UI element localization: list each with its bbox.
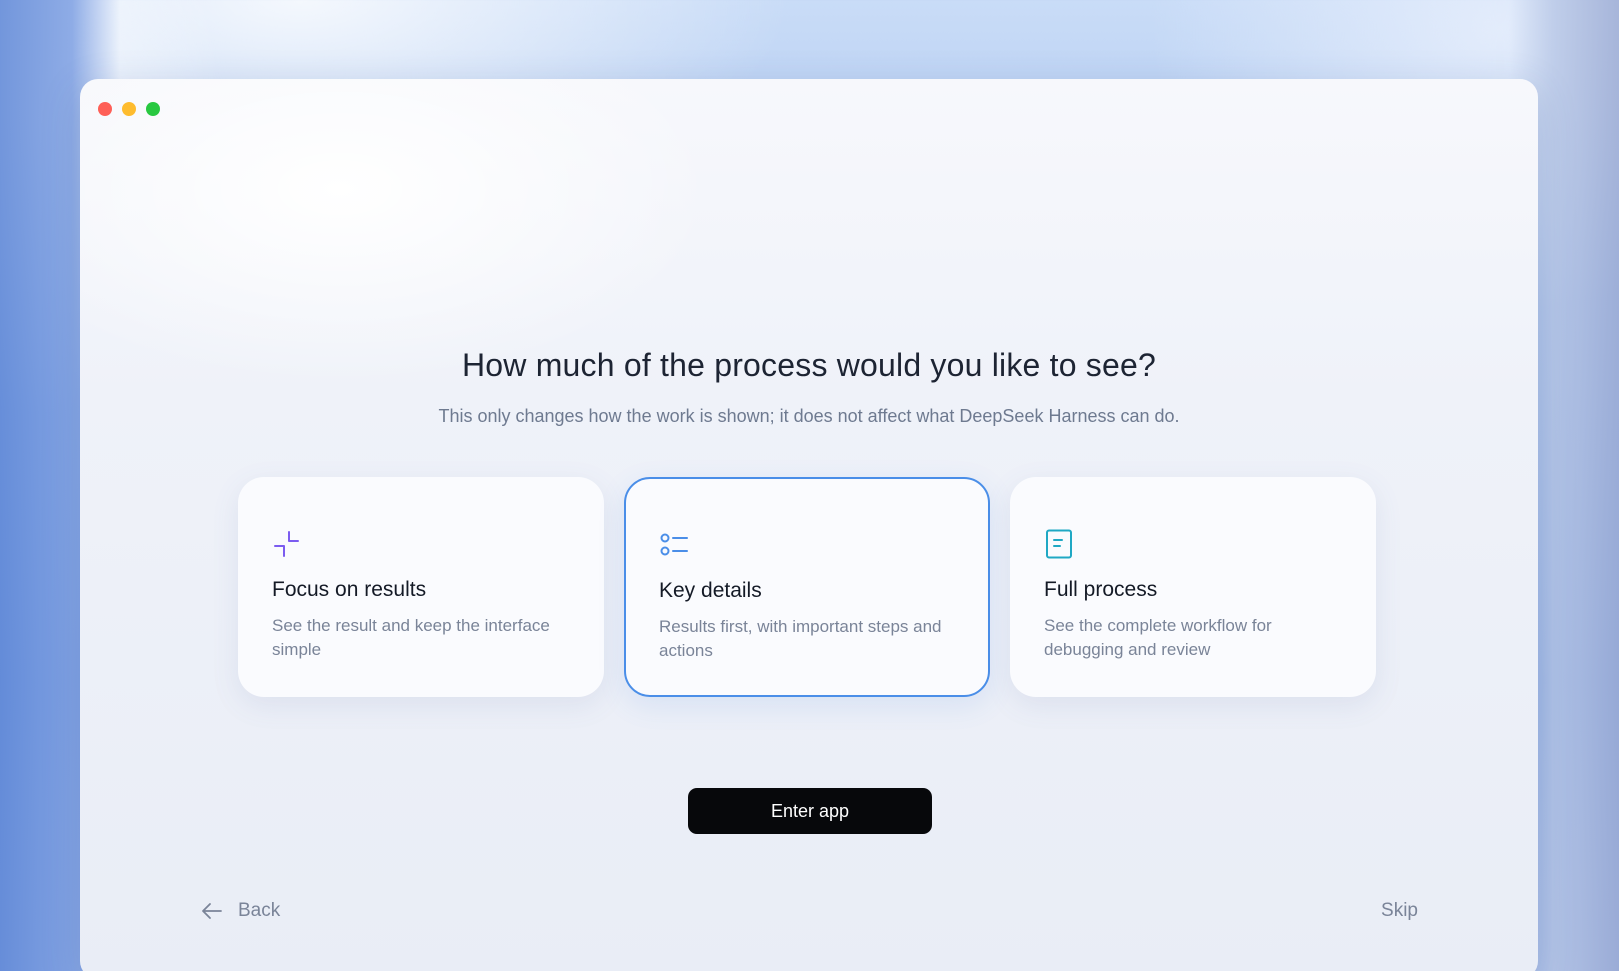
option-title: Key details xyxy=(659,579,762,602)
back-label: Back xyxy=(238,900,281,921)
collapse-icon xyxy=(274,531,299,557)
option-description: Results first, with important steps and … xyxy=(659,617,942,660)
option-title: Focus on results xyxy=(272,578,427,601)
onboarding-question: How much of the process would you like t… xyxy=(462,347,1156,383)
option-description: See the complete workflow for debugging … xyxy=(1044,616,1272,659)
option-card-full-process[interactable]: Full process See the complete workflow f… xyxy=(1010,477,1376,697)
enter-app-button[interactable]: Enter app xyxy=(688,788,932,834)
arrow-left-icon xyxy=(202,903,222,919)
skip-button[interactable]: Skip xyxy=(1381,900,1418,922)
back-button[interactable]: Back xyxy=(200,899,280,923)
window-controls xyxy=(98,102,160,116)
option-card-key-details[interactable]: Key details Results first, with importan… xyxy=(624,477,990,697)
option-cards: Focus on results See the result and keep… xyxy=(238,477,1382,699)
close-window-button[interactable] xyxy=(98,102,112,116)
option-card-focus-on-results[interactable]: Focus on results See the result and keep… xyxy=(238,477,604,697)
app-window: How much of the process would you like t… xyxy=(80,79,1538,971)
minimize-window-button[interactable] xyxy=(122,102,136,116)
option-description: See the result and keep the interface si… xyxy=(272,616,550,659)
option-title: Full process xyxy=(1044,578,1158,601)
onboarding-subtitle: This only changes how the work is shown;… xyxy=(438,406,1180,426)
maximize-window-button[interactable] xyxy=(146,102,160,116)
document-icon xyxy=(1046,529,1072,559)
list-icon xyxy=(660,533,688,556)
